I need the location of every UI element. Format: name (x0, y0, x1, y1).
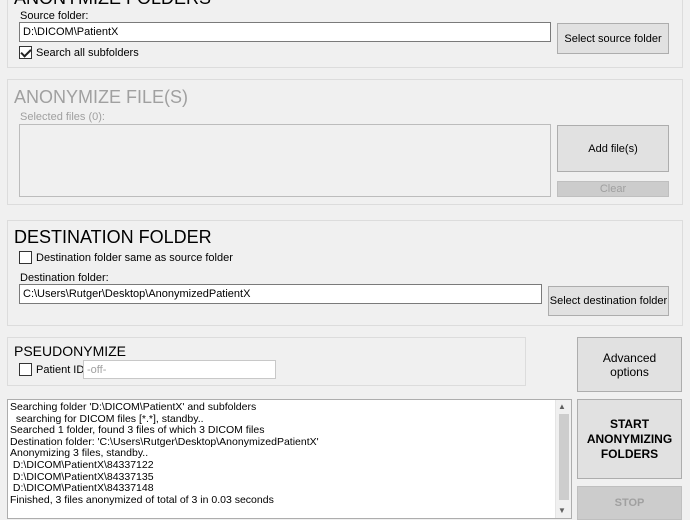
search-subfolders-checkbox-row[interactable]: Search all subfolders (19, 46, 139, 59)
log-scrollbar[interactable]: ▲ ▼ (555, 400, 571, 518)
patient-id-checkbox[interactable] (19, 363, 32, 376)
log-line: D:\DICOM\PatientX\84337148 (10, 482, 154, 495)
log-line: D:\DICOM\PatientX\84337122 (10, 458, 154, 471)
clear-files-button[interactable]: Clear (557, 181, 669, 197)
same-as-source-label: Destination folder same as source folder (36, 251, 233, 264)
anonymize-folders-title: ANONYMIZE FOLDERS (14, 0, 211, 9)
patient-id-input[interactable]: -off- (83, 360, 276, 379)
destination-folder-label: Destination folder: (20, 272, 109, 284)
stop-button[interactable]: STOP (577, 486, 682, 520)
destination-folder-input[interactable]: C:\Users\Rutger\Desktop\AnonymizedPatien… (19, 284, 542, 304)
search-subfolders-label: Search all subfolders (36, 46, 139, 59)
add-files-button[interactable]: Add file(s) (557, 125, 669, 172)
source-folder-label: Source folder: (20, 10, 89, 22)
search-subfolders-checkbox[interactable] (19, 46, 32, 59)
patient-id-label: Patient ID (36, 363, 85, 376)
scroll-thumb[interactable] (559, 414, 569, 500)
same-as-source-checkbox-row[interactable]: Destination folder same as source folder (19, 251, 233, 264)
source-folder-input[interactable]: D:\DICOM\PatientX (19, 22, 551, 42)
patient-id-checkbox-row[interactable]: Patient ID (19, 363, 84, 376)
same-as-source-checkbox[interactable] (19, 251, 32, 264)
start-anonymizing-button[interactable]: START ANONYMIZING FOLDERS (577, 399, 682, 479)
log-line: Finished, 3 files anonymized of total of… (10, 493, 274, 506)
selected-files-label: Selected files (0): (20, 111, 105, 123)
anonymize-files-title: ANONYMIZE FILE(S) (14, 87, 189, 107)
pseudonymize-title: PSEUDONYMIZE (14, 343, 127, 359)
select-source-folder-button[interactable]: Select source folder (557, 23, 669, 54)
log-output[interactable]: Searching folder 'D:\DICOM\PatientX' and… (7, 399, 572, 519)
scroll-down-icon[interactable]: ▼ (558, 506, 566, 515)
selected-files-list[interactable] (19, 124, 551, 197)
destination-folder-title: DESTINATION FOLDER (14, 227, 212, 247)
log-lines: Searching folder 'D:\DICOM\PatientX' and… (10, 401, 569, 506)
log-line: Searching folder 'D:\DICOM\PatientX' and… (10, 401, 257, 413)
select-destination-folder-button[interactable]: Select destination folder (548, 286, 669, 316)
scroll-up-icon[interactable]: ▲ (558, 402, 566, 411)
advanced-options-button[interactable]: Advanced options (577, 337, 682, 392)
